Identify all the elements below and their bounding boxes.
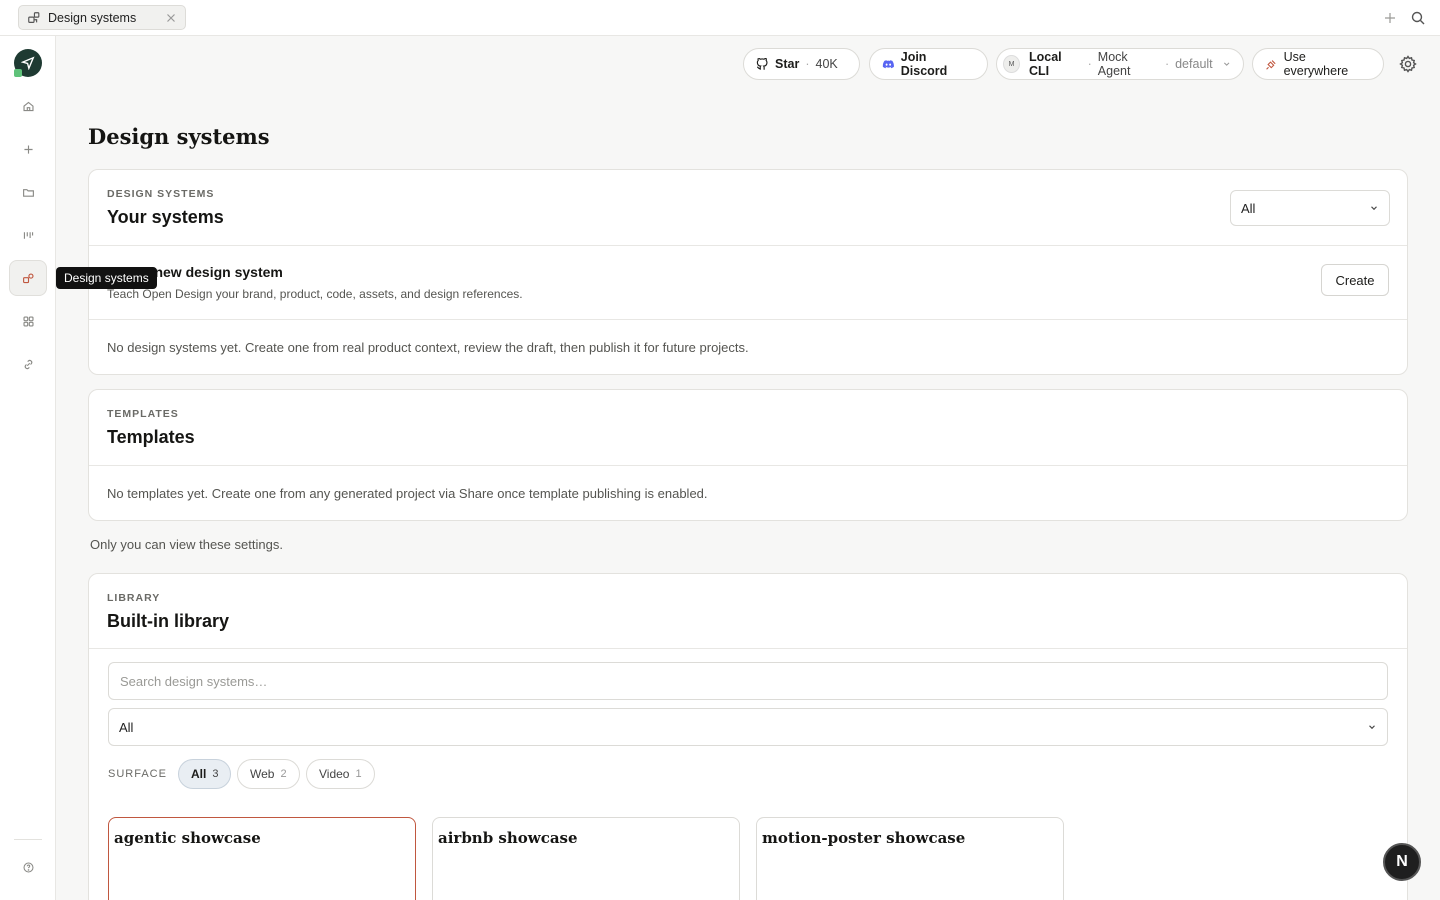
kanban-icon: [23, 231, 33, 239]
library-card: LIBRARY Built-in library All SURFACE All…: [88, 573, 1408, 900]
home-icon: [22, 101, 34, 111]
gear-icon[interactable]: [1398, 54, 1418, 74]
design-system-card[interactable]: motion-poster showcase: [756, 817, 1064, 900]
close-icon[interactable]: [165, 12, 177, 24]
chevron-down-icon: [1371, 206, 1377, 211]
agent-profile: default: [1175, 57, 1213, 71]
chip-count: 1: [355, 768, 362, 780]
design-systems-icon: [28, 11, 40, 23]
assistant-fab[interactable]: N: [1383, 843, 1421, 881]
star-count: 40K: [815, 57, 838, 71]
design-system-title: airbnb showcase: [438, 829, 578, 847]
plus-icon: [23, 144, 33, 154]
rail-projects[interactable]: [9, 174, 47, 210]
rail-help[interactable]: [9, 849, 47, 885]
library-search-input[interactable]: [108, 662, 1388, 700]
separator-dot: ·: [1164, 57, 1170, 71]
design-system-card[interactable]: airbnb showcase: [432, 817, 740, 900]
surface-label: SURFACE: [108, 768, 167, 780]
chevron-down-icon: [1223, 62, 1230, 66]
rail-integrations[interactable]: [9, 346, 47, 382]
rail-design-systems[interactable]: [9, 260, 47, 296]
divider: [89, 648, 1407, 649]
chip-count: 2: [280, 768, 287, 780]
filter-value: All: [1241, 200, 1256, 216]
your-systems-empty-text: No design systems yet. Create one from r…: [107, 340, 749, 355]
tab-label: Design systems: [48, 10, 137, 25]
discord-label: Join Discord: [900, 50, 948, 78]
your-systems-filter[interactable]: All: [1230, 190, 1390, 226]
agent-label: Mock Agent: [1097, 50, 1131, 78]
help-icon: [23, 862, 33, 872]
link-icon: [24, 359, 32, 369]
library-filter-value: All: [119, 719, 134, 735]
use-everywhere-button[interactable]: Use everywhere: [1252, 48, 1384, 80]
star-label: Star: [775, 57, 800, 71]
chip-label: All: [191, 767, 207, 781]
cursor-logo-icon: [21, 56, 35, 70]
logo-status-dot: [14, 69, 22, 77]
app-logo[interactable]: [14, 49, 42, 77]
chip-count: 3: [212, 768, 219, 780]
tab-design-systems[interactable]: Design systems: [18, 5, 186, 30]
rail-divider: [14, 839, 42, 840]
privacy-note: Only you can view these settings.: [90, 537, 283, 552]
chevron-down-icon: [1369, 725, 1375, 730]
rail-new[interactable]: [9, 131, 47, 167]
your-systems-eyebrow: DESIGN SYSTEMS: [107, 188, 215, 200]
surface-chip-video[interactable]: Video 1: [306, 759, 375, 789]
left-rail: [0, 36, 56, 900]
create-button[interactable]: Create: [1321, 264, 1389, 296]
page-title: Design systems: [88, 124, 270, 149]
folder-icon: [22, 188, 34, 197]
design-systems-icon: [22, 272, 34, 283]
github-icon: [756, 57, 768, 70]
search-icon[interactable]: [1410, 10, 1426, 26]
use-everywhere-label: Use everywhere: [1283, 50, 1349, 78]
cli-avatar: M: [1003, 55, 1020, 73]
surface-chip-web[interactable]: Web 2: [237, 759, 300, 789]
library-heading: Built-in library: [107, 611, 230, 631]
library-eyebrow: LIBRARY: [107, 592, 161, 604]
create-design-system-desc: Teach Open Design your brand, product, c…: [107, 287, 523, 301]
templates-eyebrow: TEMPLATES: [107, 408, 179, 420]
new-tab-icon[interactable]: [1382, 10, 1398, 26]
grid-icon: [22, 315, 34, 327]
chip-label: Web: [250, 767, 275, 781]
separator-dot: ·: [805, 57, 810, 71]
github-star-button[interactable]: Star · 40K: [743, 48, 860, 80]
design-system-title: agentic showcase: [114, 829, 261, 847]
rail-boards[interactable]: [9, 217, 47, 253]
rail-tooltip: Design systems: [56, 267, 157, 289]
design-system-card[interactable]: agentic showcase: [108, 817, 416, 900]
rail-components[interactable]: [9, 303, 47, 339]
agent-selector[interactable]: M Local CLI · Mock Agent · default: [996, 48, 1244, 80]
surface-chip-all[interactable]: All 3: [178, 759, 232, 789]
cli-label: Local CLI: [1028, 50, 1062, 78]
divider: [89, 465, 1407, 466]
discord-icon: [882, 59, 894, 68]
your-systems-heading: Your systems: [107, 207, 224, 227]
chip-label: Video: [319, 767, 350, 781]
tab-bar: Design systems: [0, 0, 1440, 36]
your-systems-card: DESIGN SYSTEMS Your systems All Create n…: [88, 169, 1408, 375]
library-filter[interactable]: All: [108, 708, 1388, 746]
templates-empty-text: No templates yet. Create one from any ge…: [107, 486, 708, 501]
plug-icon: [1266, 59, 1276, 70]
design-system-title: motion-poster showcase: [762, 829, 966, 847]
templates-heading: Templates: [107, 427, 195, 447]
divider: [89, 319, 1407, 320]
join-discord-button[interactable]: Join Discord: [869, 48, 988, 80]
separator-dot: ·: [1087, 57, 1092, 71]
divider: [89, 245, 1407, 246]
rail-home[interactable]: [9, 88, 47, 124]
templates-card: TEMPLATES Templates No templates yet. Cr…: [88, 389, 1408, 521]
